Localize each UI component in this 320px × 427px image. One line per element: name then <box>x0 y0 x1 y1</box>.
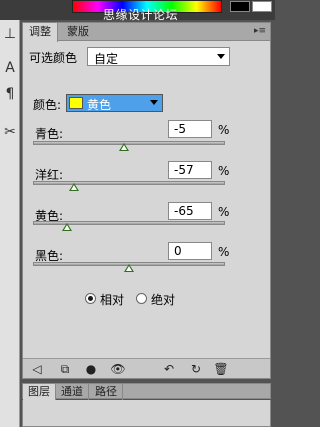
watermark: 思缘设计论坛 <box>103 8 179 22</box>
preset-select[interactable]: 自定 <box>87 47 230 66</box>
layers-panel-body <box>22 400 271 427</box>
color-select[interactable]: 黄色 <box>66 94 163 112</box>
yellow-chip-icon <box>69 97 83 109</box>
type-tool-icon[interactable]: A <box>2 60 18 76</box>
black-slider-thumb[interactable] <box>124 264 134 272</box>
absolute-label: 绝对 <box>151 293 176 307</box>
previous-state-icon[interactable]: ↶ <box>161 361 177 377</box>
magenta-slider-track[interactable] <box>33 181 225 185</box>
trash-icon[interactable]: 🗑 <box>213 361 229 377</box>
panel-tabs: 调整 蒙版 ▸≡ <box>23 23 270 42</box>
adjustments-panel: 调整 蒙版 ▸≡ 可选颜色 自定 颜色: 黄色 青色: -5 % 洋红: -57… <box>22 22 271 379</box>
tab-layers[interactable]: 图层 <box>23 384 56 400</box>
color-label: 颜色: <box>33 98 62 112</box>
chevron-down-icon[interactable] <box>150 100 158 105</box>
clip-layer-icon[interactable]: ● <box>83 361 99 377</box>
color-value: 黄色 <box>87 98 112 112</box>
visibility-eye-icon[interactable]: 👁 <box>110 361 126 377</box>
reset-icon[interactable]: ↻ <box>188 361 204 377</box>
yellow-unit: % <box>218 205 230 219</box>
black-swatch[interactable] <box>230 1 250 12</box>
cyan-slider-thumb[interactable] <box>119 143 130 151</box>
cyan-unit: % <box>218 123 230 137</box>
back-arrow-icon[interactable]: ◁ <box>29 361 45 377</box>
tab-adjustments[interactable]: 调整 <box>23 23 58 42</box>
tab-masks[interactable]: 蒙版 <box>61 23 95 41</box>
magenta-input[interactable]: -57 <box>168 161 212 179</box>
panel-menu-icon[interactable]: ▸≡ <box>254 26 266 36</box>
magenta-unit: % <box>218 164 230 178</box>
cyan-input[interactable]: -5 <box>168 120 212 138</box>
white-swatch[interactable] <box>252 1 272 12</box>
tab-paths[interactable]: 路径 <box>90 384 123 400</box>
layers-panel-tabs: 图层 通道 路径 <box>22 383 271 400</box>
panel-title: 可选颜色 <box>29 51 78 65</box>
expand-view-icon[interactable]: ⧉ <box>57 361 73 377</box>
black-input[interactable]: 0 <box>168 242 212 260</box>
tab-channels[interactable]: 通道 <box>56 384 89 400</box>
yellow-slider-thumb[interactable] <box>61 223 72 231</box>
panel-icon-bar: ◁ ⧉ ● 👁 ↶ ↻ 🗑 <box>23 358 270 378</box>
scissors-tool-icon[interactable]: ✂ <box>2 124 18 140</box>
tool-strip: ⊥ A ¶ ✂ <box>0 20 20 427</box>
yellow-input[interactable]: -65 <box>168 202 212 220</box>
slider-label-cyan: 青色: <box>35 127 64 141</box>
relative-label: 相对 <box>100 293 125 307</box>
relative-radio[interactable] <box>85 293 96 304</box>
paragraph-tool-icon[interactable]: ¶ <box>2 86 18 102</box>
chevron-down-icon <box>217 54 225 59</box>
magenta-slider-thumb[interactable] <box>69 183 80 191</box>
stamp-tool-icon[interactable]: ⊥ <box>2 26 18 42</box>
absolute-radio[interactable] <box>136 293 147 304</box>
preset-value: 自定 <box>94 52 119 66</box>
black-unit: % <box>218 245 230 259</box>
color-bar: 思缘设计论坛 <box>0 0 275 22</box>
